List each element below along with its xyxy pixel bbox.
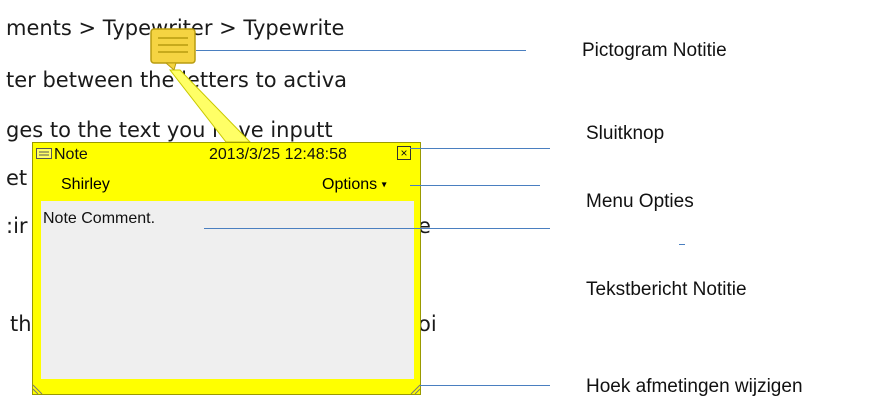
leader-line-resize [420, 385, 550, 386]
callout-menu-opties: Menu Opties [586, 191, 694, 212]
callout-tekstbericht-notitie: Tekstbericht Notitie [586, 279, 747, 300]
options-menu[interactable]: Options ▾ [322, 176, 387, 194]
leader-line-icon [196, 50, 526, 51]
close-icon: × [400, 146, 408, 160]
leader-line-close [410, 148, 550, 149]
resize-corner-left-icon[interactable] [33, 382, 45, 394]
chevron-down-icon: ▾ [381, 179, 387, 191]
note-icon[interactable] [150, 28, 196, 71]
note-timestamp: 2013/3/25 12:48:58 [209, 146, 347, 163]
callout-pictogram-notitie: Pictogram Notitie [582, 40, 727, 61]
note-type-icon [36, 148, 52, 159]
tick-mark [679, 244, 685, 245]
note-type-label: Note [54, 146, 88, 163]
resize-corner-right-icon[interactable] [408, 382, 420, 394]
note-author: Shirley [61, 176, 110, 193]
callout-sluitknop: Sluitknop [586, 123, 665, 144]
note-header: Note 2013/3/25 12:48:58 × [33, 143, 420, 167]
options-label: Options [322, 176, 378, 193]
note-glyph-icon [150, 28, 196, 71]
note-comment-text: Note Comment. [43, 210, 156, 227]
note-popup: Note 2013/3/25 12:48:58 × Shirley Option… [32, 142, 421, 395]
leader-line-message [204, 228, 550, 229]
leader-line-options [410, 185, 540, 186]
callout-hoek-afmetingen-wijzigen: Hoek afmetingen wijzigen [586, 376, 803, 397]
close-button[interactable]: × [397, 146, 411, 160]
